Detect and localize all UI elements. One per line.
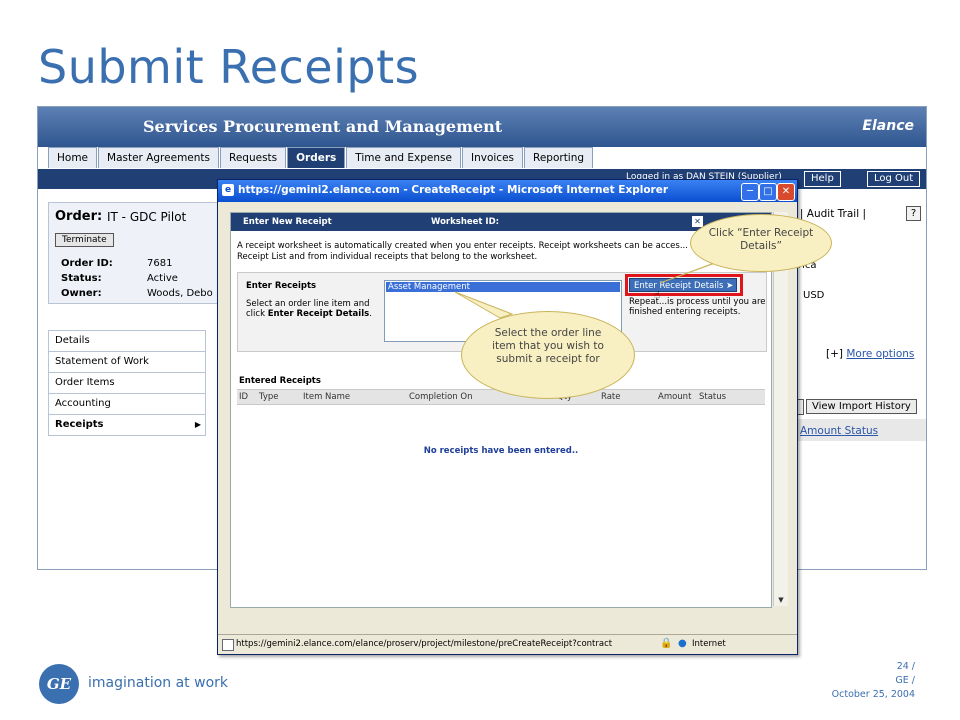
highlight-box [625, 274, 743, 296]
ie-icon: e [222, 184, 234, 196]
enter-receipts-label: Enter Receipts [246, 281, 317, 291]
help-text-2: . [369, 309, 372, 319]
main-nav: Home Master Agreements Requests Orders T… [48, 147, 594, 169]
nav-tab-orders[interactable]: Orders [287, 147, 346, 168]
security-zone-label: Internet [692, 639, 726, 649]
side-menu-receipts[interactable]: Receipts ▶ [48, 415, 206, 436]
view-import-history-button[interactable]: View Import History [806, 399, 917, 414]
popup-titlebar[interactable]: e https://gemini2.elance.com - CreateRec… [218, 180, 797, 202]
no-receipts-message: No receipts have been entered.. [423, 446, 579, 456]
audit-trail-link[interactable]: Audit Trail [807, 208, 859, 220]
nav-tab-master-agreements[interactable]: Master Agreements [98, 147, 219, 168]
column-headers: Amount Status [800, 425, 878, 437]
col-type: Type [259, 392, 279, 402]
callout-enter-details-text: Click “Enter Receipt Details” [708, 227, 814, 252]
callout-enter-details: Click “Enter Receipt Details” [690, 214, 832, 272]
order-id-label: Order ID: [61, 258, 113, 269]
slide-date: October 25, 2004 [831, 689, 915, 700]
receipt-header: Enter New Receipt Worksheet ID: ✕ [231, 213, 771, 231]
more-options-prefix: [+] [826, 348, 843, 360]
popup-content: Enter New Receipt Worksheet ID: ✕ A rece… [230, 212, 772, 608]
globe-icon: ● [678, 638, 687, 649]
col-completion-on: Completion On [409, 392, 473, 402]
side-menu: Details Statement of Work Order Items Ac… [48, 330, 206, 436]
slide-title: Submit Receipts [38, 40, 420, 94]
nav-tab-requests[interactable]: Requests [220, 147, 287, 168]
owner-value: Woods, Debo [147, 288, 213, 299]
status-url: https://gemini2.elance.com/elance/proser… [236, 639, 613, 649]
amount-column-header[interactable]: Amount [800, 425, 841, 437]
status-label: Status: [61, 273, 102, 284]
hand-cursor-icon: ☝ [654, 290, 661, 301]
side-menu-details[interactable]: Details [48, 330, 206, 352]
close-icon[interactable]: ✕ [777, 183, 795, 201]
status-value: Active [147, 273, 178, 284]
page-icon [222, 639, 234, 651]
side-menu-statement-of-work[interactable]: Statement of Work [48, 352, 206, 373]
more-options-link[interactable]: More options [846, 348, 914, 360]
order-summary-panel: Order: IT - GDC Pilot Terminate Order ID… [48, 202, 220, 304]
app-banner: Services Procurement and Management Elan… [38, 107, 926, 147]
close-panel-icon[interactable]: ✕ [692, 216, 703, 227]
minimize-icon[interactable]: ─ [741, 183, 759, 201]
link-separator: | [862, 208, 867, 220]
callout-select-line: Select the order line item that you wish… [461, 311, 635, 399]
nav-tab-time-and-expense[interactable]: Time and Expense [346, 147, 461, 168]
triangle-right-icon: ▶ [194, 420, 201, 429]
side-menu-accounting[interactable]: Accounting [48, 394, 206, 415]
enter-new-receipt-heading: Enter New Receipt [243, 217, 332, 227]
help-icon[interactable]: ? [906, 206, 921, 221]
nav-tab-home[interactable]: Home [48, 147, 98, 168]
nav-tab-invoices[interactable]: Invoices [461, 147, 523, 168]
col-item-name: Item Name [303, 392, 351, 402]
col-amount: Amount [658, 392, 692, 402]
help-text-bold: Enter Receipt Details [267, 309, 370, 319]
owner-label: Owner: [61, 288, 102, 299]
help-button[interactable]: Help [804, 171, 841, 187]
col-rate: Rate [601, 392, 621, 402]
browser-status-bar: https://gemini2.elance.com/elance/proser… [218, 634, 797, 654]
tagline: imagination at work [88, 675, 228, 691]
scroll-down-icon[interactable]: ▼ [774, 594, 788, 606]
order-name: IT - GDC Pilot [107, 210, 187, 224]
listbox-selected-item[interactable]: Asset Management [386, 282, 620, 292]
currency-value: USD [803, 290, 825, 301]
entered-receipts-label: Entered Receipts [239, 376, 321, 386]
company-name: GE / [895, 675, 915, 686]
worksheet-id-label: Worksheet ID: [431, 217, 500, 227]
status-column-header[interactable]: Status [845, 425, 878, 437]
popup-title: https://gemini2.elance.com - CreateRecei… [238, 184, 669, 196]
ge-logo: GE [39, 664, 79, 704]
page-number: 24 / [896, 661, 915, 672]
order-label: Order: [55, 209, 103, 224]
repeat-help-text: Repeat...is process until you are finish… [629, 297, 766, 317]
order-id-value: 7681 [147, 258, 173, 269]
terminate-button[interactable]: Terminate [55, 233, 114, 247]
callout-select-line-text: Select the order line item that you wish… [492, 327, 604, 365]
intro-text: A receipt worksheet is automatically cre… [237, 241, 688, 262]
footer-info: 24 / GE / October 25, 2004 [832, 660, 915, 702]
enter-receipts-help: Select an order line item and click Ente… [246, 299, 386, 319]
nav-tab-reporting[interactable]: Reporting [524, 147, 594, 168]
more-options: [+] More options [826, 348, 914, 360]
col-id: ID [239, 392, 249, 402]
col-status: Status [699, 392, 727, 402]
lock-icon: 🔒 [660, 638, 673, 649]
elance-logo: Elance [862, 118, 914, 134]
logout-button[interactable]: Log Out [867, 171, 921, 187]
side-menu-order-items[interactable]: Order Items [48, 373, 206, 394]
maximize-icon[interactable]: □ [759, 183, 777, 201]
side-menu-receipts-label: Receipts [55, 419, 104, 430]
app-banner-title: Services Procurement and Management [143, 117, 503, 136]
